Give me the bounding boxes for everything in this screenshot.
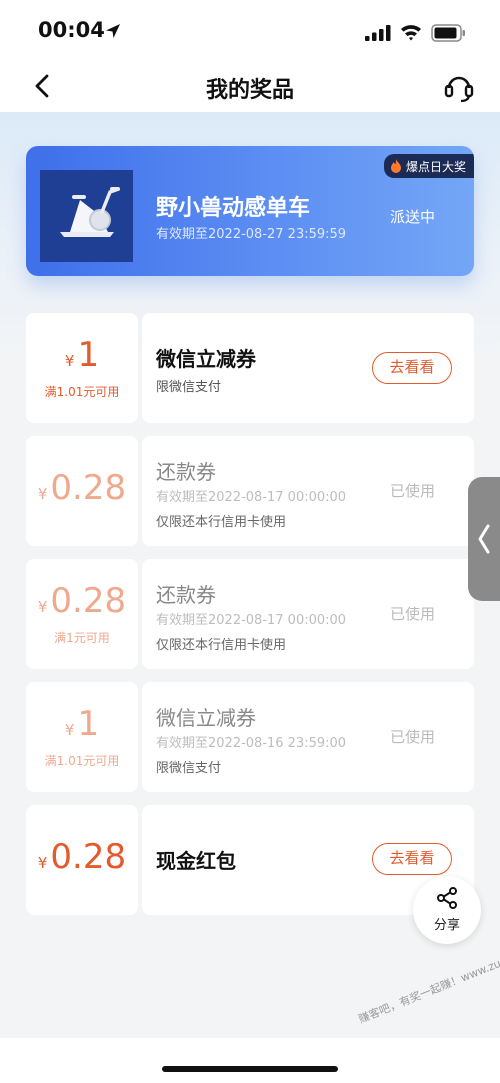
side-drawer-handle[interactable] [468, 477, 500, 601]
spin-bike-image [40, 170, 133, 262]
coupon-description: 限微信支付 [156, 380, 222, 395]
view-coupon-button[interactable]: 去看看 [372, 352, 452, 384]
coupon-detail-panel: 微信立减券 有效期至2022-08-16 23:59:00 限微信支付 已使用 [142, 682, 474, 792]
coupon-used-status: 已使用 [390, 482, 436, 500]
customer-service-headset-icon[interactable] [442, 70, 476, 104]
share-button[interactable]: 分享 [413, 876, 481, 944]
coupon-amount: ¥0.28 [37, 837, 127, 877]
coupon-card[interactable]: ¥0.28 满1元可用 还款券 有效期至2022-08-17 00:00:00 … [26, 559, 474, 669]
coupon-title: 微信立减券 [156, 347, 256, 371]
share-icon [437, 887, 457, 909]
coupon-amount-panel: ¥1 满1.01元可用 [26, 313, 138, 423]
view-red-packet-button[interactable]: 去看看 [372, 843, 452, 875]
coupon-description: 仅限还本行信用卡使用 [156, 638, 287, 653]
prize-tag-label: 爆点日大奖 [405, 159, 466, 174]
coupon-amount-panel: ¥0.28 满1元可用 [26, 559, 138, 669]
home-indicator [162, 1066, 338, 1072]
back-arrow-icon[interactable] [30, 72, 56, 100]
coupon-title: 还款券 [156, 460, 216, 484]
status-bar: 00:04 [0, 0, 500, 62]
coupon-used-status: 已使用 [390, 605, 436, 623]
navigation-bar: 我的奖品 [0, 62, 500, 112]
prize-name: 野小兽动感单车 [156, 196, 311, 221]
bottom-safe-area [0, 1038, 500, 1083]
coupon-validity: 有效期至2022-08-16 23:59:00 [156, 736, 347, 751]
coupon-title: 还款券 [156, 583, 216, 607]
coupon-condition: 满1.01元可用 [44, 754, 120, 768]
coupon-condition: 满1.01元可用 [44, 385, 120, 399]
coupon-amount: ¥0.28 [37, 468, 127, 508]
coupon-amount-panel: ¥0.28 [26, 436, 138, 546]
coupon-title: 微信立减券 [156, 706, 256, 730]
coupon-amount: ¥0.28 [37, 581, 127, 621]
wifi-icon [401, 25, 421, 41]
coupon-validity: 有效期至2022-08-17 00:00:00 [156, 613, 347, 628]
coupon-description: 限微信支付 [156, 761, 222, 776]
watermark-text: 赚客吧，有奖一起赚！www.zuanke8.com [356, 934, 500, 1026]
coupon-card[interactable]: ¥1 满1.01元可用 微信立减券 限微信支付 去看看 [26, 313, 474, 423]
share-label: 分享 [433, 918, 460, 933]
coupon-used-status: 已使用 [390, 728, 436, 746]
cellular-signal-icon [365, 25, 391, 41]
coupon-amount-panel: ¥0.28 [26, 805, 138, 915]
coupon-detail-panel: 还款券 有效期至2022-08-17 00:00:00 仅限还本行信用卡使用 已… [142, 436, 474, 546]
coupon-card[interactable]: ¥0.28 现金红包 去看看 [26, 805, 474, 915]
coupon-validity: 有效期至2022-08-17 00:00:00 [156, 490, 347, 505]
battery-icon [431, 24, 465, 42]
location-arrow-icon [106, 24, 120, 38]
coupon-amount-panel: ¥1 满1.01元可用 [26, 682, 138, 792]
prize-validity: 有效期至2022-08-27 23:59:59 [156, 227, 347, 242]
fire-icon [390, 159, 401, 173]
coupon-title: 现金红包 [156, 849, 236, 873]
coupon-detail-panel: 微信立减券 限微信支付 去看看 [142, 313, 474, 423]
chevron-left-icon [478, 524, 490, 554]
coupon-card[interactable]: ¥1 满1.01元可用 微信立减券 有效期至2022-08-16 23:59:0… [26, 682, 474, 792]
prize-delivery-status: 派送中 [390, 208, 436, 226]
page-title: 我的奖品 [205, 78, 294, 103]
prize-card[interactable]: 野小兽动感单车 有效期至2022-08-27 23:59:59 派送中 爆点日大… [26, 146, 474, 276]
coupon-condition: 满1元可用 [54, 631, 110, 645]
coupon-detail-panel: 还款券 有效期至2022-08-17 00:00:00 仅限还本行信用卡使用 已… [142, 559, 474, 669]
coupon-card[interactable]: ¥0.28 还款券 有效期至2022-08-17 00:00:00 仅限还本行信… [26, 436, 474, 546]
prize-tag: 爆点日大奖 [383, 154, 474, 178]
coupon-description: 仅限还本行信用卡使用 [156, 515, 287, 530]
status-time: 00:04 [38, 18, 105, 42]
coupon-amount: ¥1 [64, 704, 100, 744]
coupon-amount: ¥1 [64, 335, 100, 375]
